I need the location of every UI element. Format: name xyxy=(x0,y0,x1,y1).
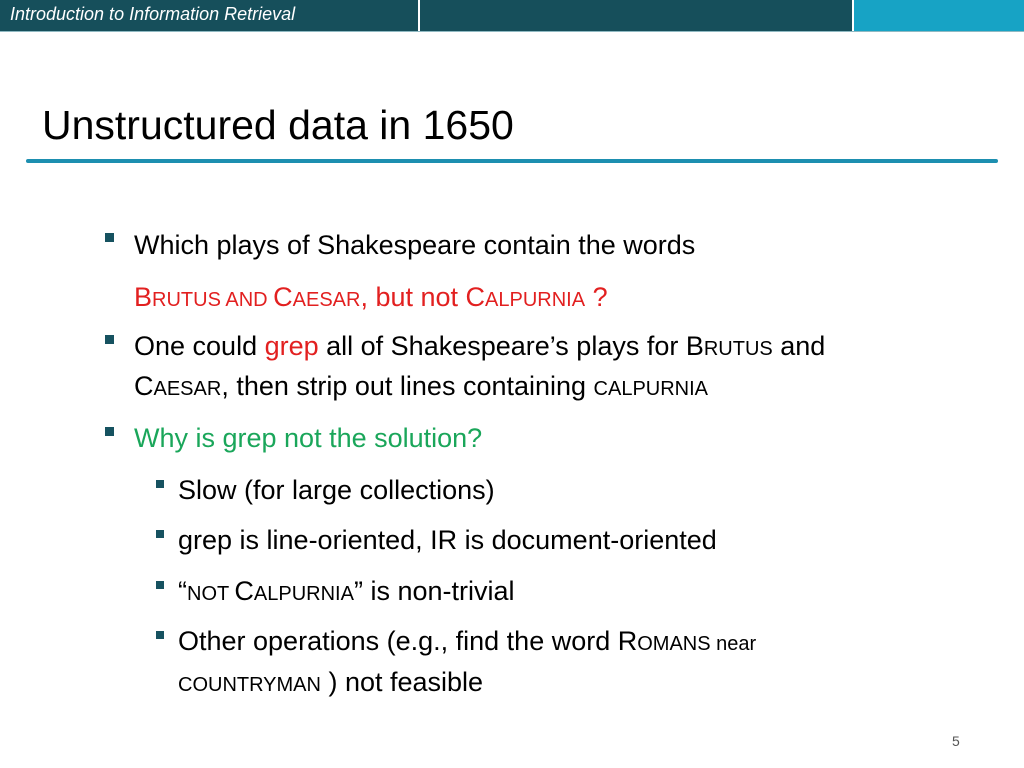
bullet-1-line-1: Which plays of Shakespeare contain the w… xyxy=(134,230,696,260)
sub-bullet-marker xyxy=(156,530,164,538)
calpurnia-rest: ALPURNIA xyxy=(485,289,586,311)
sub-bullet-4-line-2: COUNTRYMAN ) not feasible xyxy=(178,666,483,701)
header-underline xyxy=(0,31,1024,32)
brutus-cap: B xyxy=(134,282,153,312)
course-title: Introduction to Information Retrieval xyxy=(10,4,296,24)
and-operator: AND xyxy=(220,289,274,311)
header-segment-right xyxy=(854,0,1024,31)
countryman-term: COUNTRYMAN xyxy=(178,674,321,696)
caesar-rest: AESAR xyxy=(153,378,222,400)
brutus-rest: RUTUS xyxy=(703,338,773,360)
sub-bullet-marker xyxy=(156,631,164,639)
title-rule xyxy=(26,159,998,163)
bullet-2-line-1: One could grep all of Shakespeare’s play… xyxy=(134,330,825,365)
sub-bullet-marker xyxy=(156,581,164,589)
calpurnia-cap: C xyxy=(234,576,254,606)
bullet-2-text-pre: One could xyxy=(134,331,265,361)
grep-highlight: grep xyxy=(264,331,319,361)
caesar-cap: C xyxy=(134,371,154,401)
but-not-text: , but not xyxy=(360,282,466,312)
close-quote: ” xyxy=(353,576,363,606)
bullet-marker xyxy=(105,233,114,242)
romans-cap: R xyxy=(617,626,638,656)
brutus-cap: B xyxy=(685,331,704,361)
caesar-rest: AESAR xyxy=(292,289,361,311)
sub-bullet-4-line-1: Other operations (e.g., find the word RO… xyxy=(178,625,756,660)
header-bar: Introduction to Information Retrieval xyxy=(0,0,1024,32)
bullet-2-and: and xyxy=(772,331,826,361)
bullet-1-line-2: BRUTUS AND CAESAR, but not CALPURNIA ? xyxy=(134,281,608,316)
sub-bullet-3-rest: is non-trivial xyxy=(362,576,515,606)
romans-rest: OMANS xyxy=(637,633,711,655)
calpurnia-cap: C xyxy=(465,282,486,312)
caesar-cap: C xyxy=(273,282,293,312)
not-operator: NOT xyxy=(187,583,235,605)
header-segment-middle xyxy=(420,0,852,31)
slide-title: Unstructured data in 1650 xyxy=(42,102,514,148)
sub-bullet-2: grep is line-oriented, IR is document-or… xyxy=(178,525,717,555)
calpurnia-rest: ALPURNIA xyxy=(253,583,354,605)
sub-bullet-3: “NOT CALPURNIA” is non-trivial xyxy=(178,575,515,610)
bullet-2-text-mid: all of Shakespeare’s plays for xyxy=(318,331,686,361)
sub-bullet-1: Slow (for large collections) xyxy=(178,475,495,505)
bullet-2-text-mid-2: , then strip out lines containing xyxy=(221,371,594,401)
bullet-marker xyxy=(105,335,114,344)
bullet-3-line: Why is grep not the solution? xyxy=(134,423,483,453)
bullet-marker xyxy=(105,427,114,436)
question-mark: ? xyxy=(585,282,608,312)
sub-bullet-4-rest: ) not feasible xyxy=(320,667,484,697)
page-number: 5 xyxy=(952,733,960,749)
calpurnia-term: CALPURNIA xyxy=(593,378,709,400)
brutus-rest: RUTUS xyxy=(152,289,221,311)
near-operator: near xyxy=(710,633,757,655)
sub-bullet-marker xyxy=(156,480,164,488)
sub-bullet-4-pre: Other operations (e.g., find the word xyxy=(178,626,618,656)
bullet-2-line-2: CAESAR, then strip out lines containing … xyxy=(134,370,708,405)
open-quote: “ xyxy=(178,576,187,606)
